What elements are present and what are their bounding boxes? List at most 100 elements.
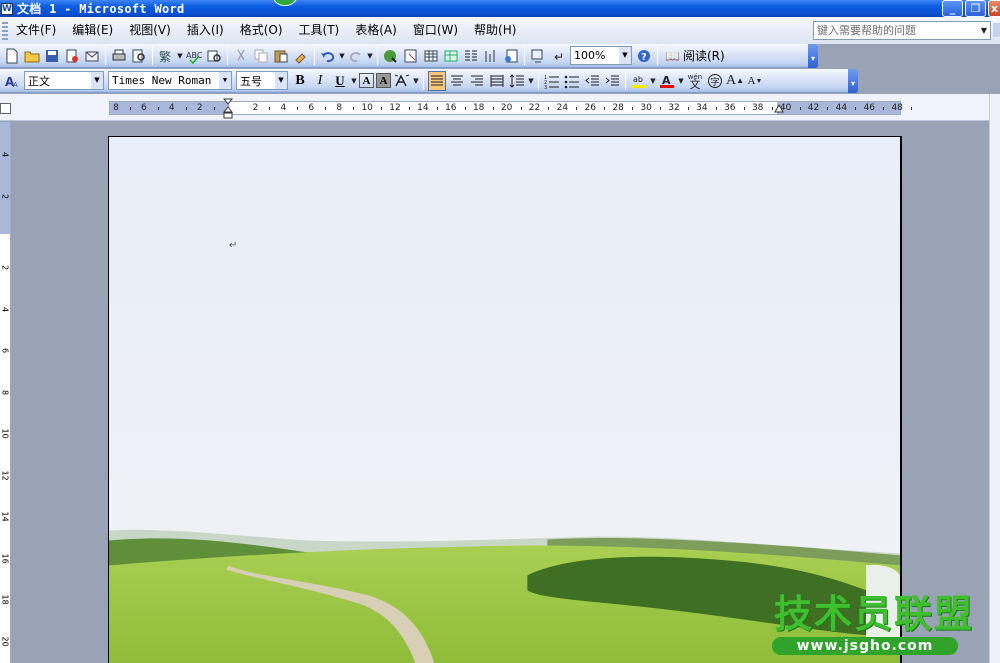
vruler-number: 4 bbox=[0, 151, 10, 158]
help-icon[interactable]: ? bbox=[635, 46, 653, 66]
chevron-down-icon[interactable]: ▼ bbox=[649, 77, 657, 85]
insert-excel-icon[interactable] bbox=[442, 46, 460, 66]
copy-icon[interactable] bbox=[252, 46, 270, 66]
menu-insert[interactable]: 插入(I) bbox=[179, 17, 232, 44]
maximize-button[interactable]: ❐ bbox=[965, 0, 986, 17]
align-justify-icon[interactable] bbox=[428, 70, 446, 91]
ruler-tick bbox=[715, 107, 717, 110]
bold-button[interactable]: B bbox=[291, 71, 309, 91]
increase-indent-icon[interactable] bbox=[603, 71, 621, 91]
font-select[interactable]: Times New Roman ▼ bbox=[108, 71, 232, 90]
document-map-icon[interactable] bbox=[502, 46, 520, 66]
toolbar-options-icon[interactable]: ▾ bbox=[808, 44, 818, 68]
menu-table[interactable]: 表格(A) bbox=[347, 17, 405, 44]
distributed-align-icon[interactable] bbox=[488, 71, 506, 91]
menubar-close-doc[interactable] bbox=[993, 23, 1000, 37]
read-button[interactable]: 📖 阅读(R) bbox=[661, 47, 729, 64]
hyperlink-icon[interactable] bbox=[382, 46, 400, 66]
character-scaling-icon[interactable] bbox=[393, 71, 411, 91]
show-hide-icon[interactable] bbox=[529, 46, 547, 66]
tab-selector-icon[interactable] bbox=[0, 103, 11, 114]
columns-icon[interactable] bbox=[462, 46, 480, 66]
spelling-icon[interactable]: ABC bbox=[185, 46, 203, 66]
align-right-icon[interactable] bbox=[468, 71, 486, 91]
permission-icon[interactable] bbox=[63, 46, 81, 66]
insert-table-icon[interactable] bbox=[422, 46, 440, 66]
phonetic-guide-icon[interactable]: wén 文 bbox=[686, 71, 704, 91]
email-icon[interactable] bbox=[83, 46, 101, 66]
chevron-down-icon[interactable]: ▼ bbox=[527, 77, 535, 85]
highlight-icon[interactable]: ab bbox=[630, 71, 648, 91]
line-spacing-icon[interactable] bbox=[508, 71, 526, 91]
enclose-characters-icon[interactable]: 字 bbox=[706, 71, 724, 91]
menu-format[interactable]: 格式(O) bbox=[232, 17, 291, 44]
drawing-icon[interactable] bbox=[482, 46, 500, 66]
svg-text:3: 3 bbox=[544, 85, 547, 89]
ruler-tick bbox=[771, 107, 773, 110]
print-preview-icon[interactable] bbox=[130, 46, 148, 66]
chevron-down-icon[interactable]: ▼ bbox=[366, 52, 374, 60]
chevron-down-icon[interactable]: ▼ bbox=[338, 52, 346, 60]
open-folder-icon[interactable] bbox=[23, 46, 41, 66]
ruler-tick bbox=[687, 107, 689, 110]
chevron-down-icon[interactable]: ▼ bbox=[978, 22, 990, 39]
menu-help[interactable]: 帮助(H) bbox=[466, 17, 524, 44]
underline-button[interactable]: U bbox=[331, 71, 349, 91]
menu-edit[interactable]: 编辑(E) bbox=[64, 17, 121, 44]
character-border-button[interactable]: A bbox=[359, 73, 374, 88]
traditional-chinese-icon[interactable]: 繁 bbox=[157, 46, 175, 66]
chevron-down-icon[interactable]: ▼ bbox=[619, 47, 631, 64]
zoom-select[interactable]: 100% ▼ bbox=[570, 46, 632, 65]
save-icon[interactable] bbox=[43, 46, 61, 66]
numbering-icon[interactable]: 123 bbox=[543, 71, 561, 91]
minimize-button[interactable]: _ bbox=[942, 0, 963, 17]
ruler-tick bbox=[408, 107, 410, 110]
font-color-icon[interactable]: A bbox=[658, 71, 676, 91]
menu-file[interactable]: 文件(F) bbox=[8, 17, 64, 44]
undo-icon[interactable] bbox=[319, 46, 337, 66]
redo-icon[interactable] bbox=[347, 46, 365, 66]
vertical-ruler[interactable]: 4 2 2 4 6 8 10 12 14 16 18 20 bbox=[0, 122, 11, 663]
chevron-down-icon[interactable]: ▼ bbox=[677, 77, 685, 85]
research-icon[interactable] bbox=[205, 46, 223, 66]
shrink-font-button[interactable]: A ▼ bbox=[746, 71, 764, 91]
format-painter-icon[interactable] bbox=[292, 46, 310, 66]
close-button[interactable]: x bbox=[988, 0, 1000, 17]
character-shading-button[interactable]: A bbox=[376, 73, 391, 88]
toolbar-options-icon[interactable]: ▾ bbox=[848, 69, 858, 93]
paste-icon[interactable] bbox=[272, 46, 290, 66]
indent-markers-icon[interactable] bbox=[223, 98, 233, 120]
style-select[interactable]: 正文 ▼ bbox=[24, 71, 104, 90]
menu-window[interactable]: 窗口(W) bbox=[405, 17, 466, 44]
chevron-down-icon[interactable]: ▼ bbox=[176, 52, 184, 60]
paragraph-marks-icon[interactable]: ↵ bbox=[549, 46, 567, 66]
document-page[interactable]: ↵ bbox=[108, 136, 902, 663]
print-icon[interactable] bbox=[110, 46, 128, 66]
right-indent-icon[interactable] bbox=[774, 104, 784, 114]
vruler-number: 6 bbox=[0, 347, 10, 354]
ruler-number: 12 bbox=[389, 103, 401, 113]
cut-icon[interactable] bbox=[232, 46, 250, 66]
menu-tools[interactable]: 工具(T) bbox=[291, 17, 348, 44]
vruler-number: 16 bbox=[0, 553, 10, 564]
help-search-input[interactable]: 键入需要帮助的问题 ▼ bbox=[813, 21, 991, 40]
vertical-scrollbar[interactable] bbox=[989, 94, 1000, 663]
word-app-icon[interactable]: W bbox=[1, 2, 13, 15]
chevron-down-icon[interactable]: ▼ bbox=[91, 72, 103, 89]
bullets-icon[interactable] bbox=[563, 71, 581, 91]
styles-pane-icon[interactable]: AA bbox=[3, 71, 21, 91]
tables-borders-icon[interactable] bbox=[402, 46, 420, 66]
grow-font-button[interactable]: A ▲ bbox=[726, 71, 744, 91]
chevron-down-icon[interactable]: ▼ bbox=[219, 72, 231, 89]
chevron-down-icon[interactable]: ▼ bbox=[412, 77, 420, 85]
align-center-icon[interactable] bbox=[448, 71, 466, 91]
new-document-icon[interactable] bbox=[3, 46, 21, 66]
chevron-down-icon[interactable]: ▼ bbox=[350, 77, 358, 85]
menu-view[interactable]: 视图(V) bbox=[121, 17, 179, 44]
font-size-select[interactable]: 五号 ▼ bbox=[236, 71, 288, 90]
ruler-tick bbox=[185, 107, 187, 110]
chevron-down-icon[interactable]: ▼ bbox=[275, 72, 287, 89]
italic-button[interactable]: I bbox=[311, 71, 329, 91]
decrease-indent-icon[interactable] bbox=[583, 71, 601, 91]
svg-text:ab: ab bbox=[633, 75, 643, 84]
